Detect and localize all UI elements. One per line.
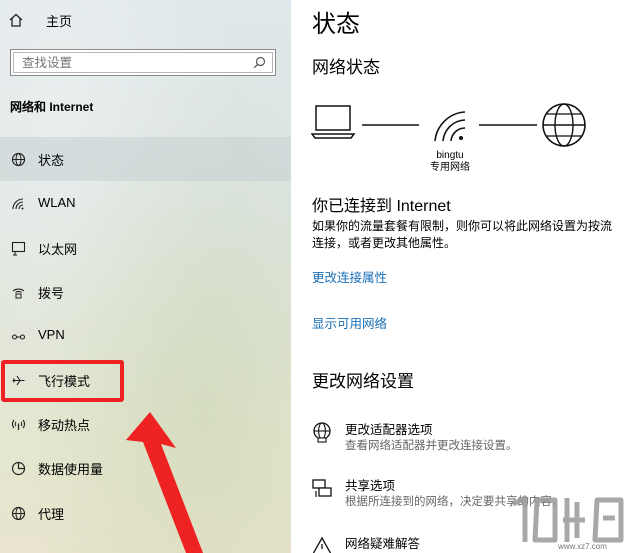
- sidebar-item-vpn[interactable]: VPN: [0, 314, 291, 358]
- sidebar-item-label: VPN: [38, 327, 65, 342]
- option-title: 更改适配器选项: [345, 423, 433, 437]
- sidebar: 主页 网络和 Internet 状态 WLAN 以太网 拨号: [0, 0, 291, 553]
- sidebar-item-proxy[interactable]: 代理: [0, 491, 291, 535]
- sidebar-item-label: 以太网: [38, 242, 78, 257]
- connection-description: 如果你的流量套餐有限制，则你可以将此网络设置为按流 连接，或者更改其他属性。: [312, 218, 632, 252]
- proxy-globe-icon: [10, 505, 26, 521]
- network-label: bingtu 专用网络: [421, 150, 479, 174]
- globe-icon: [10, 151, 26, 167]
- option-sharing[interactable]: 共享选项 根据所连接到的网络，决定要共享的内容。: [311, 475, 631, 515]
- network-name: bingtu: [436, 150, 464, 161]
- description-line: 连接，或者更改其他属性。: [312, 236, 457, 250]
- sidebar-item-hotspot[interactable]: 移动热点: [0, 402, 291, 446]
- show-available-networks-link[interactable]: 显示可用网络: [312, 313, 387, 332]
- sidebar-item-ethernet[interactable]: 以太网: [0, 226, 291, 270]
- change-network-settings-heading: 更改网络设置: [312, 372, 414, 391]
- description-line: 如果你的流量套餐有限制，则你可以将此网络设置为按流: [312, 219, 613, 233]
- vpn-icon: [10, 328, 26, 344]
- network-type: 专用网络: [430, 162, 470, 173]
- sidebar-item-wlan[interactable]: WLAN: [0, 182, 291, 226]
- sharing-icon: [311, 477, 333, 499]
- watermark-url: www.xz7.com: [558, 542, 607, 551]
- network-status-heading: 网络状态: [312, 58, 380, 77]
- home-label: 主页: [46, 13, 73, 29]
- sidebar-item-airplane-mode[interactable]: 飞行模式: [0, 358, 291, 402]
- sidebar-item-data-usage[interactable]: 数据使用量: [0, 446, 291, 490]
- sidebar-item-label: 移动热点: [38, 418, 91, 433]
- sidebar-item-label: 拨号: [38, 286, 65, 301]
- change-connection-properties-link[interactable]: 更改连接属性: [312, 267, 387, 286]
- data-usage-icon: [10, 460, 26, 476]
- wifi-icon: [10, 196, 26, 212]
- sidebar-item-label: 状态: [38, 153, 65, 168]
- sidebar-item-status[interactable]: 状态: [0, 137, 291, 181]
- section-title: 网络和 Internet: [10, 100, 94, 114]
- sidebar-item-dialup[interactable]: 拨号: [0, 270, 291, 314]
- adapter-globe-icon: [311, 421, 333, 443]
- main-content: 状态 网络状态 bingtu 专用网络 你已连接到 Internet 如果你的流…: [291, 0, 632, 553]
- search-icon[interactable]: [253, 56, 266, 74]
- internet-globe-icon: [542, 103, 586, 147]
- option-description: 查看网络适配器并更改连接设置。: [345, 440, 518, 452]
- sidebar-item-label: 飞行模式: [38, 374, 91, 389]
- hotspot-icon: [10, 416, 26, 432]
- option-change-adapter[interactable]: 更改适配器选项 查看网络适配器并更改连接设置。: [311, 419, 631, 459]
- option-description: 根据所连接到的网络，决定要共享的内容。: [345, 496, 564, 508]
- home-nav-item[interactable]: 主页: [8, 8, 72, 32]
- connection-heading: 你已连接到 Internet: [312, 198, 451, 215]
- airplane-icon: [10, 372, 26, 388]
- sidebar-item-label: 数据使用量: [38, 462, 104, 477]
- option-title: 共享选项: [345, 479, 396, 493]
- ethernet-icon: [10, 240, 26, 256]
- sidebar-item-label: 代理: [38, 507, 65, 522]
- warning-icon: [311, 535, 333, 553]
- search-input[interactable]: [22, 55, 242, 70]
- sidebar-item-label: WLAN: [38, 195, 76, 210]
- network-diagram: [311, 103, 586, 147]
- option-title: 网络疑难解答: [345, 537, 421, 551]
- home-icon: [8, 12, 30, 28]
- search-box[interactable]: [10, 49, 276, 76]
- wifi-signal-icon: [434, 111, 466, 142]
- page-title: 状态: [312, 11, 360, 38]
- laptop-icon: [311, 105, 356, 139]
- dialup-icon: [10, 284, 26, 300]
